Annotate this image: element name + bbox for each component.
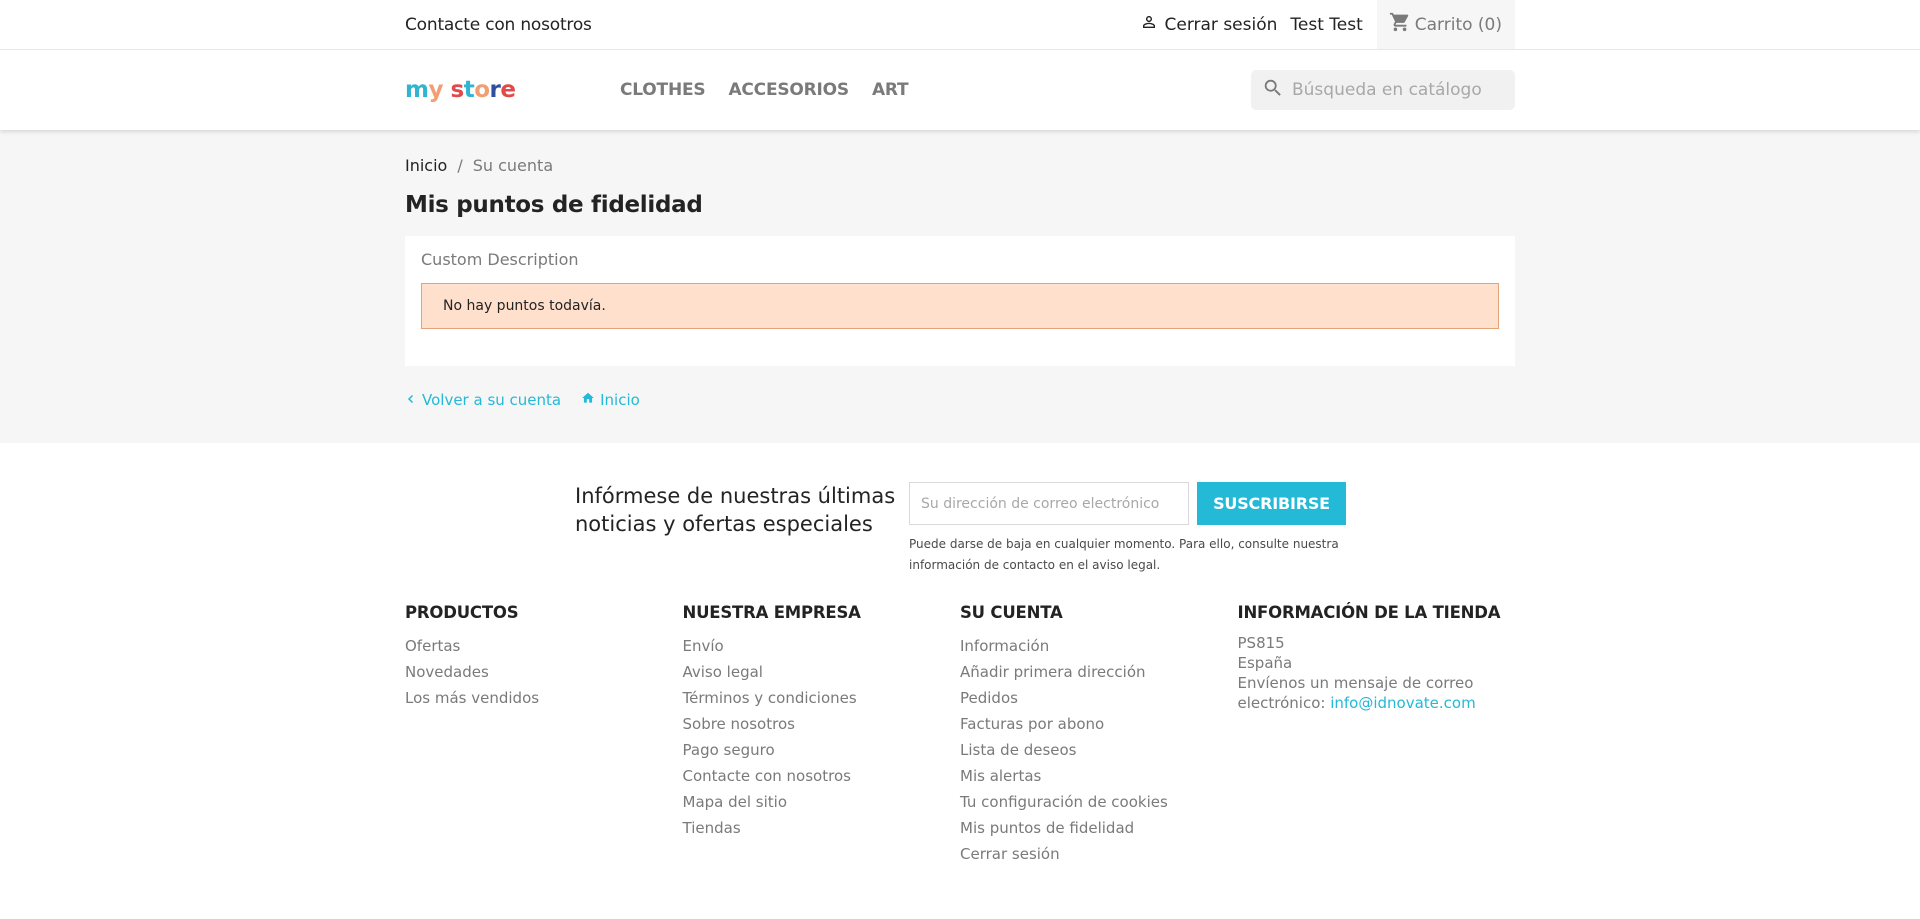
search-input[interactable] bbox=[1292, 80, 1502, 100]
back-to-account-label: Volver a su cuenta bbox=[422, 391, 562, 409]
search-icon[interactable] bbox=[1262, 77, 1292, 103]
card-description: Custom Description bbox=[421, 250, 579, 269]
breadcrumb: Inicio / Su cuenta bbox=[405, 155, 1515, 175]
signout-label: Cerrar sesión bbox=[1164, 14, 1278, 35]
main-content: Inicio / Su cuenta Mis puntos de fidelid… bbox=[0, 130, 1920, 443]
page-footer-links: Volver a su cuenta Inicio bbox=[405, 391, 1515, 409]
top-nav: Contacte con nosotros Cerrar sesión Test… bbox=[0, 0, 1920, 50]
newsletter-section: Infórmese de nuestras últimas noticias y… bbox=[0, 443, 1920, 603]
store-country: España bbox=[1237, 654, 1293, 672]
footer-products: PRODUCTOS Ofertas Novedades Los más vend… bbox=[405, 603, 683, 867]
store-name: PS815 bbox=[1237, 634, 1285, 652]
header: my store CLOTHES ACCESORIOS ART bbox=[0, 50, 1920, 130]
footer-link-envio[interactable]: Envío bbox=[683, 637, 724, 655]
footer-link-contacte[interactable]: Contacte con nosotros bbox=[683, 767, 851, 785]
main-menu: CLOTHES ACCESORIOS ART bbox=[620, 80, 931, 100]
footer-link-mapa[interactable]: Mapa del sitio bbox=[683, 793, 788, 811]
breadcrumb-current: Su cuenta bbox=[472, 155, 554, 175]
cart-label: Carrito (0) bbox=[1414, 14, 1502, 35]
breadcrumb-home[interactable]: Inicio bbox=[405, 156, 447, 175]
newsletter-title: Infórmese de nuestras últimas noticias y… bbox=[575, 484, 896, 536]
footer-link-ofertas[interactable]: Ofertas bbox=[405, 637, 460, 655]
home-label: Inicio bbox=[600, 391, 640, 409]
footer-account-title: SU CUENTA bbox=[960, 603, 1063, 622]
footer-account: SU CUENTA Información Añadir primera dir… bbox=[960, 603, 1238, 867]
loyalty-card: Custom Description No hay puntos todavía… bbox=[405, 236, 1515, 366]
cart-button[interactable]: Carrito (0) bbox=[1376, 0, 1515, 49]
menu-item-art[interactable]: ART bbox=[872, 80, 909, 100]
back-to-account-link[interactable]: Volver a su cuenta bbox=[405, 391, 561, 409]
footer: PRODUCTOS Ofertas Novedades Los más vend… bbox=[0, 603, 1920, 867]
newsletter-note: Puede darse de baja en cualquier momento… bbox=[909, 537, 1339, 572]
search-box bbox=[1251, 70, 1515, 110]
page-title: Mis puntos de fidelidad bbox=[405, 192, 703, 218]
footer-link-sobre-nosotros[interactable]: Sobre nosotros bbox=[683, 715, 795, 733]
store-logo[interactable]: my store bbox=[405, 77, 620, 103]
footer-link-deseos[interactable]: Lista de deseos bbox=[960, 741, 1076, 759]
contact-link[interactable]: Contacte con nosotros bbox=[405, 15, 592, 35]
footer-link-pedidos[interactable]: Pedidos bbox=[960, 689, 1018, 707]
footer-link-terminos[interactable]: Términos y condiciones bbox=[683, 689, 857, 707]
home-icon bbox=[581, 391, 600, 409]
footer-link-cookies[interactable]: Tu configuración de cookies bbox=[960, 793, 1168, 811]
footer-link-mas-vendidos[interactable]: Los más vendidos bbox=[405, 689, 539, 707]
footer-link-tiendas[interactable]: Tiendas bbox=[683, 819, 741, 837]
footer-link-puntos[interactable]: Mis puntos de fidelidad bbox=[960, 819, 1134, 837]
footer-link-direccion[interactable]: Añadir primera dirección bbox=[960, 663, 1146, 681]
newsletter-email-input[interactable] bbox=[909, 482, 1189, 525]
menu-item-clothes[interactable]: CLOTHES bbox=[620, 80, 706, 100]
username-link[interactable]: Test Test bbox=[1290, 15, 1362, 35]
subscribe-button[interactable]: SUSCRIBIRSE bbox=[1197, 482, 1346, 525]
footer-link-aviso-legal[interactable]: Aviso legal bbox=[683, 663, 763, 681]
footer-link-pago-seguro[interactable]: Pago seguro bbox=[683, 741, 775, 759]
breadcrumb-separator: / bbox=[457, 155, 463, 175]
footer-store-title: INFORMACIÓN DE LA TIENDA bbox=[1237, 603, 1501, 622]
signout-link[interactable]: Cerrar sesión bbox=[1140, 13, 1278, 36]
no-points-alert: No hay puntos todavía. bbox=[421, 283, 1499, 329]
footer-store-info: INFORMACIÓN DE LA TIENDA PS815 España En… bbox=[1238, 603, 1516, 867]
footer-link-facturas[interactable]: Facturas por abono bbox=[960, 715, 1104, 733]
store-email-link[interactable]: info@idnovate.com bbox=[1330, 694, 1476, 712]
menu-item-accesorios[interactable]: ACCESORIOS bbox=[728, 80, 849, 100]
footer-products-title: PRODUCTOS bbox=[405, 603, 519, 622]
footer-link-informacion[interactable]: Información bbox=[960, 637, 1049, 655]
home-link[interactable]: Inicio bbox=[581, 391, 640, 409]
footer-company: NUESTRA EMPRESA Envío Aviso legal Términ… bbox=[683, 603, 961, 867]
chevron-left-icon bbox=[405, 391, 422, 409]
user-icon bbox=[1140, 13, 1165, 36]
top-right: Cerrar sesión Test Test Carrito (0) bbox=[1140, 0, 1515, 49]
footer-company-title: NUESTRA EMPRESA bbox=[682, 603, 861, 622]
footer-link-cerrar-sesion[interactable]: Cerrar sesión bbox=[960, 845, 1060, 863]
newsletter-form: SUSCRIBIRSE Puede darse de baja en cualq… bbox=[909, 482, 1349, 576]
footer-link-alertas[interactable]: Mis alertas bbox=[960, 767, 1041, 785]
footer-link-novedades[interactable]: Novedades bbox=[405, 663, 489, 681]
cart-icon bbox=[1389, 11, 1415, 38]
